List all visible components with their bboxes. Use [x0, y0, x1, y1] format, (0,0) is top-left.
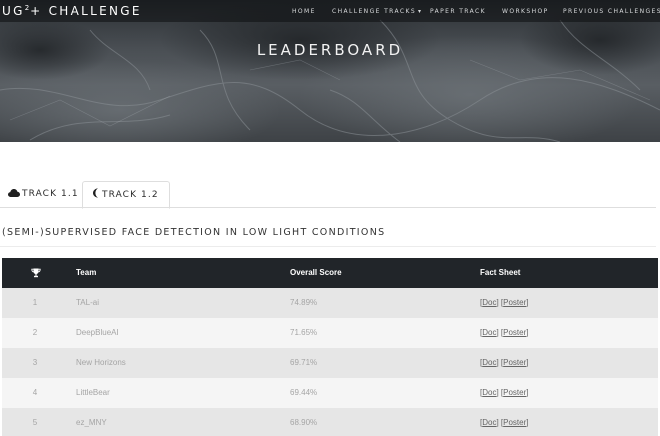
nav-workshop[interactable]: WORKSHOP: [502, 8, 549, 16]
fact-sheet-cell: [Doc] [Poster]: [480, 418, 529, 427]
column-header-fact-sheet[interactable]: Fact Sheet: [480, 258, 520, 288]
main-nav: HOME CHALLENGE TRACKS ▾ PAPER TRACK WORKS…: [0, 8, 660, 18]
section-title: (SEMI-)SUPERVISED FACE DETECTION IN LOW …: [2, 227, 386, 238]
nav-previous-challenges[interactable]: PREVIOUS CHALLENGES: [563, 8, 660, 16]
poster-link[interactable]: Poster: [503, 418, 526, 427]
hero-banner: UG2+ CHALLENGE HOME CHALLENGE TRACKS ▾ PA…: [0, 0, 660, 142]
tab-track-1-1[interactable]: TRACK 1.1: [8, 181, 79, 208]
tab-track-1-2-label: TRACK 1.2: [102, 190, 159, 200]
fact-sheet-cell: [Doc] [Poster]: [480, 328, 529, 337]
rank-cell: 3: [32, 358, 38, 367]
chevron-down-icon: ▾: [418, 8, 422, 15]
team-cell: TAL-ai: [76, 298, 99, 307]
score-cell: 74.89%: [290, 298, 318, 307]
team-cell: ez_MNY: [76, 418, 107, 427]
doc-link[interactable]: Doc: [482, 388, 496, 397]
tab-track-1-2[interactable]: TRACK 1.2: [82, 181, 170, 209]
score-cell: 68.90%: [290, 418, 318, 427]
rank-cell: 2: [32, 328, 38, 337]
fact-sheet-cell: [Doc] [Poster]: [480, 388, 529, 397]
poster-link[interactable]: Poster: [503, 388, 526, 397]
nav-paper-track[interactable]: PAPER TRACK: [430, 8, 486, 16]
doc-link[interactable]: Doc: [482, 418, 496, 427]
fact-sheet-cell: [Doc] [Poster]: [480, 358, 529, 367]
doc-link[interactable]: Doc: [482, 298, 496, 307]
cloud-icon: [8, 189, 20, 197]
rank-cell: 5: [32, 418, 38, 427]
table-header: Team Overall Score Fact Sheet: [2, 258, 658, 288]
column-header-team[interactable]: Team: [76, 258, 96, 288]
poster-link[interactable]: Poster: [503, 298, 526, 307]
team-cell: DeepBlueAI: [76, 328, 119, 337]
moon-icon: [93, 188, 98, 198]
nav-challenge-tracks-label: CHALLENGE TRACKS: [332, 8, 417, 15]
section-divider: [0, 246, 656, 247]
fact-sheet-cell: [Doc] [Poster]: [480, 298, 529, 307]
trophy-icon: [28, 258, 44, 288]
poster-link[interactable]: Poster: [503, 328, 526, 337]
rank-cell: 4: [32, 388, 38, 397]
column-header-overall-score[interactable]: Overall Score: [290, 258, 342, 288]
nav-home[interactable]: HOME: [292, 8, 316, 16]
tab-track-1-1-label: TRACK 1.1: [22, 189, 79, 199]
score-cell: 69.71%: [290, 358, 318, 367]
rank-cell: 1: [32, 298, 38, 307]
table-row: 3 New Horizons 69.71% [Doc] [Poster]: [2, 348, 658, 378]
team-cell: LittleBear: [76, 388, 110, 397]
poster-link[interactable]: Poster: [503, 358, 526, 367]
team-cell: New Horizons: [76, 358, 126, 367]
table-row: 5 ez_MNY 68.90% [Doc] [Poster]: [2, 408, 658, 436]
leaderboard-table: Team Overall Score Fact Sheet 1 TAL-ai 7…: [2, 258, 658, 436]
doc-link[interactable]: Doc: [482, 358, 496, 367]
score-cell: 69.44%: [290, 388, 318, 397]
table-row: 4 LittleBear 69.44% [Doc] [Poster]: [2, 378, 658, 408]
page-title: LEADERBOARD: [256, 41, 404, 59]
doc-link[interactable]: Doc: [482, 328, 496, 337]
tabs-divider: [0, 207, 656, 208]
table-row: 2 DeepBlueAI 71.65% [Doc] [Poster]: [2, 318, 658, 348]
nav-challenge-tracks[interactable]: CHALLENGE TRACKS ▾: [332, 8, 421, 16]
table-row: 1 TAL-ai 74.89% [Doc] [Poster]: [2, 288, 658, 318]
track-tabs: TRACK 1.1 TRACK 1.2: [0, 181, 660, 209]
score-cell: 71.65%: [290, 328, 318, 337]
